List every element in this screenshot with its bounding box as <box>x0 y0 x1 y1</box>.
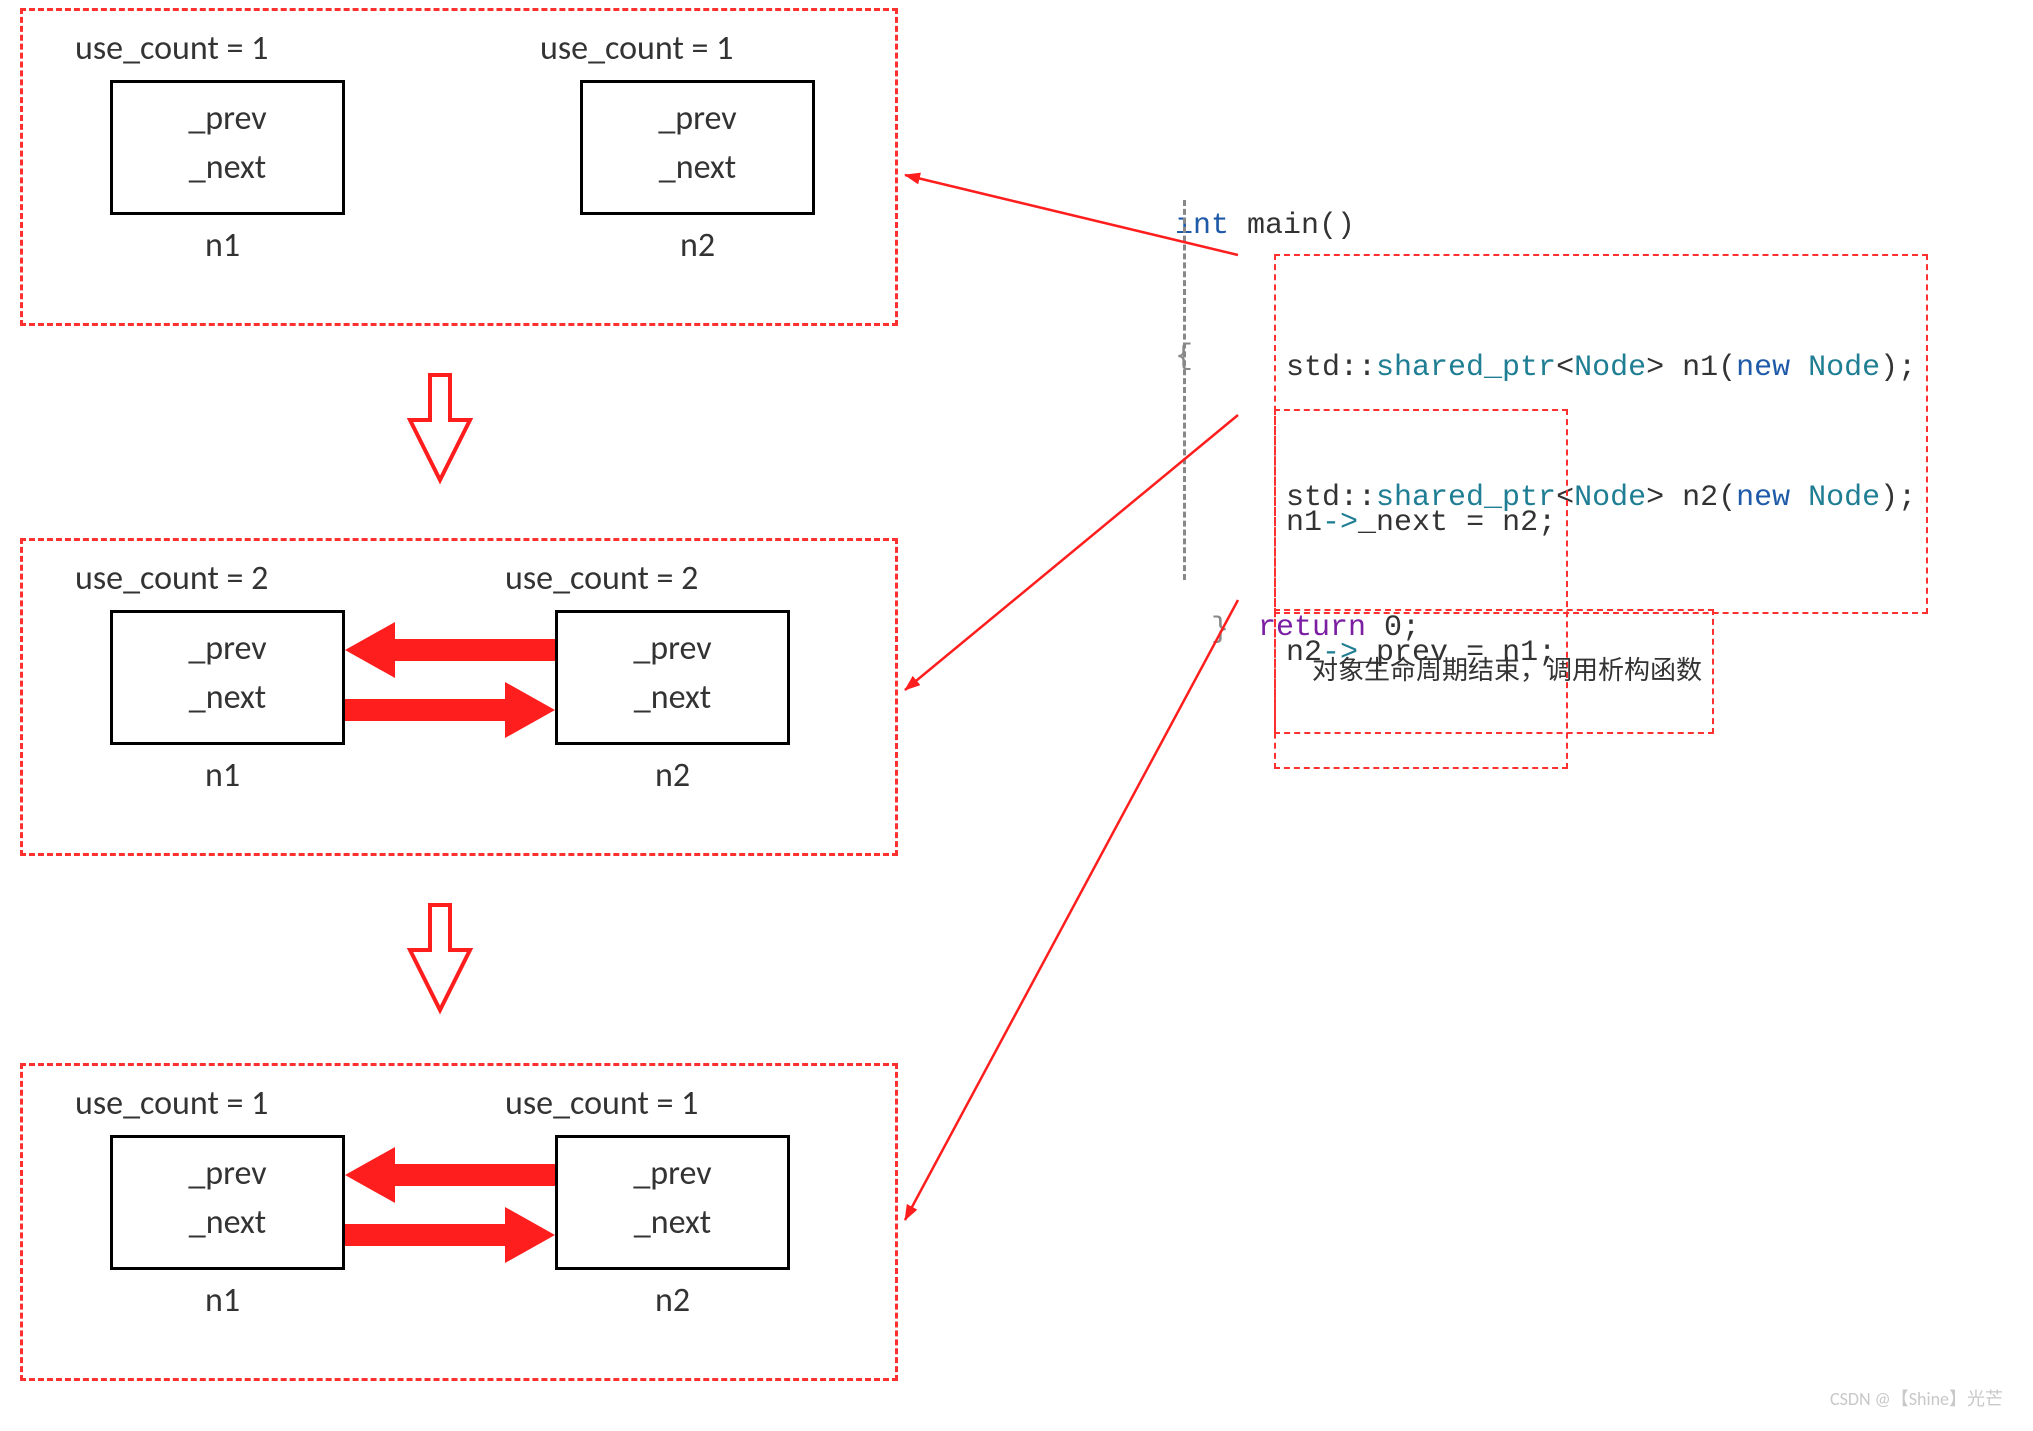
stage2-n2-name: n2 <box>655 755 690 796</box>
stage1-n2-next: _next <box>583 144 812 193</box>
stage1-n1-box: _prev _next <box>110 80 345 215</box>
stage2-n1-prev: _prev <box>113 625 342 674</box>
code-box-comment: 对象生命周期结束，调用析构函数 <box>1274 609 1714 734</box>
stage3-n1-next: _next <box>113 1199 342 1248</box>
code-scope-line <box>1183 200 1186 580</box>
stage2-n1-count: use_count = 2 <box>75 558 268 599</box>
stage3-n1-prev: _prev <box>113 1150 342 1199</box>
stage3-n2-count: use_count = 1 <box>505 1083 698 1124</box>
stage3-n1-box: _prev _next <box>110 1135 345 1270</box>
code-typeb: Node <box>1574 481 1646 515</box>
code-brace-close-line: } <box>1175 565 1229 652</box>
stage1-n2-box: _prev _next <box>580 80 815 215</box>
stage3-n2-box: _prev _next <box>555 1135 790 1270</box>
stage2-n2-next: _next <box>558 674 787 723</box>
stage3-n1-count: use_count = 1 <box>75 1083 268 1124</box>
stage3-n2-next: _next <box>558 1199 787 1248</box>
code-type2b: Node <box>1790 481 1880 515</box>
watermark: CSDN @【Shine】光芒 <box>1830 1385 2003 1411</box>
stage1-n1-name: n1 <box>205 225 240 266</box>
stage2-n1-name: n1 <box>205 755 240 796</box>
stage1-n2-prev: _prev <box>583 95 812 144</box>
code-new: new <box>1736 351 1790 385</box>
code-var: n1( <box>1664 351 1736 385</box>
code-var2: n2( <box>1664 481 1736 515</box>
code-block-comment: 对象生命周期结束，调用析构函数 <box>1238 565 1714 734</box>
stage1-n1-count: use_count = 1 <box>75 28 268 69</box>
stage1-n2-name: n2 <box>680 225 715 266</box>
stage1-n1-next: _next <box>113 144 342 193</box>
stage3-n1-name: n1 <box>205 1280 240 1321</box>
code-gt2: > <box>1646 481 1664 515</box>
stage3-n2-name: n2 <box>655 1280 690 1321</box>
code-type: Node <box>1574 351 1646 385</box>
stage3-n2-prev: _prev <box>558 1150 787 1199</box>
stage1-n1-prev: _prev <box>113 95 342 144</box>
code-new2: new <box>1736 481 1790 515</box>
stage2-n2-box: _prev _next <box>555 610 790 745</box>
stage2-n2-count: use_count = 2 <box>505 558 698 599</box>
code-gt: > <box>1646 351 1664 385</box>
code-end2: ); <box>1880 481 1916 515</box>
stage1-n2-count: use_count = 1 <box>540 28 733 69</box>
brace-close: } <box>1211 613 1229 647</box>
code-comment-text: 对象生命周期结束，调用析构函数 <box>1312 656 1702 685</box>
stage2-n2-prev: _prev <box>558 625 787 674</box>
stage2-n1-box: _prev _next <box>110 610 345 745</box>
code-end: ); <box>1880 351 1916 385</box>
code-type2: Node <box>1790 351 1880 385</box>
stage2-n1-next: _next <box>113 674 342 723</box>
